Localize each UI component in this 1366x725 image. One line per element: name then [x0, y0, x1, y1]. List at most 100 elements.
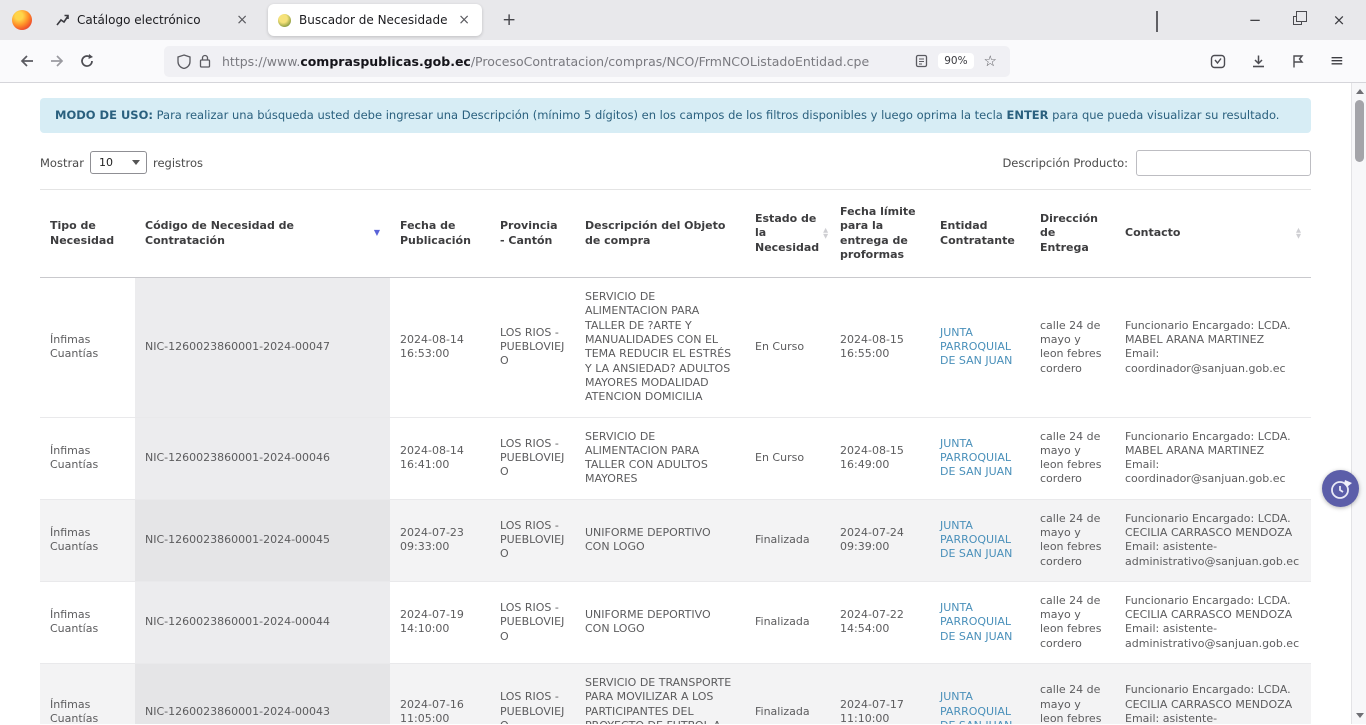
downloads-icon[interactable] [1247, 54, 1270, 69]
col-provincia-canton[interactable]: Provincia - Cantón [490, 189, 575, 277]
reader-view-icon[interactable] [911, 54, 932, 68]
clock-rocket-icon [1328, 476, 1354, 502]
cell-estado: En Curso [745, 278, 830, 417]
table-row: Ínfimas Cuantías NIC-1260023860001-2024-… [40, 581, 1311, 663]
cell-fecha-limite: 2024-07-22 14:54:00 [830, 581, 930, 663]
tab-catalogo-electronico[interactable]: Catálogo electrónico × [46, 4, 260, 36]
cell-fecha-publicacion: 2024-07-23 09:33:00 [390, 499, 490, 581]
table-row: Ínfimas Cuantías NIC-1260023860001-2024-… [40, 499, 1311, 581]
scroll-down-button[interactable] [1352, 708, 1366, 723]
cell-codigo: NIC-1260023860001-2024-00043 [135, 664, 390, 724]
tab-title: Buscador de Necesidades de Co [299, 13, 448, 27]
sort-icon: ▲▼ [823, 228, 828, 238]
forward-button[interactable] [42, 46, 72, 76]
col-descripcion-objeto[interactable]: Descripción del Objeto de compra [575, 189, 745, 277]
cell-direccion: calle 24 de mayo y leon febres cordero [1030, 664, 1115, 724]
triangle-up-icon [1356, 89, 1364, 94]
triangle-down-icon [1356, 713, 1364, 718]
cell-contacto: Funcionario Encargado: LCDA. MABEL ARANA… [1115, 278, 1311, 417]
assistant-floating-button[interactable] [1322, 470, 1359, 507]
back-button[interactable] [12, 46, 42, 76]
cell-entidad: JUNTA PARROQUIAL DE SAN JUAN [930, 417, 1030, 499]
sort-icon: ▲▼ [1296, 228, 1301, 238]
cell-tipo: Ínfimas Cuantías [40, 417, 135, 499]
minimize-button[interactable]: − [1234, 3, 1276, 37]
restore-icon [1293, 16, 1302, 25]
cell-contacto: Funcionario Encargado: LCDA. CECILIA CAR… [1115, 499, 1311, 581]
entity-link[interactable]: JUNTA PARROQUIAL DE SAN JUAN [940, 690, 1012, 724]
scroll-up-button[interactable] [1352, 84, 1366, 99]
buscador-favicon-icon [277, 13, 292, 28]
entity-link[interactable]: JUNTA PARROQUIAL DE SAN JUAN [940, 437, 1012, 479]
scrollbar-thumb[interactable] [1355, 100, 1364, 162]
cell-descripcion: SERVICIO DE TRANSPORTE PARA MOVILIZAR A … [575, 664, 745, 724]
col-tipo-necesidad[interactable]: Tipo de Necesidad [40, 189, 135, 277]
col-estado-necesidad[interactable]: Estado de la Necesidad▲▼ [745, 189, 830, 277]
cell-fecha-limite: 2024-07-17 11:10:00 [830, 664, 930, 724]
url-bar[interactable]: https://www.compraspublicas.gob.ec/Proce… [164, 46, 1010, 77]
pocket-icon[interactable] [1206, 54, 1230, 69]
close-window-button[interactable]: × [1318, 3, 1360, 37]
cell-contacto: Funcionario Encargado: LCDA. CECILIA CAR… [1115, 581, 1311, 663]
cell-descripcion: UNIFORME DEPORTIVO CON LOGO [575, 581, 745, 663]
cell-entidad: JUNTA PARROQUIAL DE SAN JUAN [930, 278, 1030, 417]
col-codigo-necesidad[interactable]: Código de Necesidad de Contratación▼ [135, 189, 390, 277]
col-fecha-publicacion[interactable]: Fecha de Publicación [390, 189, 490, 277]
chevron-down-icon [1156, 11, 1158, 32]
cell-estado: Finalizada [745, 499, 830, 581]
chevron-down-icon [132, 160, 140, 165]
menu-icon[interactable]: ≡ [1326, 51, 1348, 71]
tab-close-icon[interactable]: × [455, 12, 473, 28]
tab-buscador-necesidades[interactable]: Buscador de Necesidades de Co × [268, 4, 482, 36]
needs-table: Tipo de Necesidad Código de Necesidad de… [40, 189, 1311, 724]
catalogo-favicon-icon [55, 13, 70, 28]
cell-tipo: Ínfimas Cuantías [40, 664, 135, 724]
cell-fecha-limite: 2024-08-15 16:55:00 [830, 278, 930, 417]
browser-tab-bar: Catálogo electrónico × Buscador de Neces… [0, 0, 1366, 40]
new-tab-button[interactable]: + [494, 8, 524, 32]
cell-codigo: NIC-1260023860001-2024-00045 [135, 499, 390, 581]
cell-tipo: Ínfimas Cuantías [40, 581, 135, 663]
cell-fecha-limite: 2024-07-24 09:39:00 [830, 499, 930, 581]
cell-codigo: NIC-1260023860001-2024-00046 [135, 417, 390, 499]
browser-toolbar: https://www.compraspublicas.gob.ec/Proce… [0, 40, 1366, 83]
sort-desc-icon: ▼ [374, 228, 380, 238]
cell-provincia: LOS RIOS - PUEBLOVIEJO [490, 499, 575, 581]
entity-link[interactable]: JUNTA PARROQUIAL DE SAN JUAN [940, 601, 1012, 643]
cell-descripcion: SERVICIO DE ALIMENTACION PARA TALLER DE … [575, 278, 745, 417]
cell-entidad: JUNTA PARROQUIAL DE SAN JUAN [930, 664, 1030, 724]
cell-direccion: calle 24 de mayo y leon febres cordero [1030, 417, 1115, 499]
page-scrollbar[interactable] [1351, 83, 1366, 724]
table-header-row: Tipo de Necesidad Código de Necesidad de… [40, 189, 1311, 277]
col-direccion-entrega[interactable]: Dirección de Entrega [1030, 189, 1115, 277]
shield-icon[interactable] [173, 54, 195, 69]
col-contacto[interactable]: Contacto▲▼ [1115, 189, 1311, 277]
cell-direccion: calle 24 de mayo y leon febres cordero [1030, 499, 1115, 581]
cell-fecha-publicacion: 2024-07-16 11:05:00 [390, 664, 490, 724]
bookmark-star-icon[interactable]: ☆ [980, 52, 1001, 70]
cell-estado: Finalizada [745, 581, 830, 663]
cell-provincia: LOS RIOS - PUEBLOVIEJO [490, 278, 575, 417]
cell-entidad: JUNTA PARROQUIAL DE SAN JUAN [930, 499, 1030, 581]
table-row: Ínfimas Cuantías NIC-1260023860001-2024-… [40, 664, 1311, 724]
entries-per-page-select[interactable]: 10 [90, 151, 147, 174]
list-all-tabs-button[interactable] [1150, 5, 1170, 36]
cell-fecha-limite: 2024-08-15 16:49:00 [830, 417, 930, 499]
col-fecha-limite[interactable]: Fecha límite para la entrega de proforma… [830, 189, 930, 277]
zoom-level-button[interactable]: 90% [938, 53, 973, 69]
cell-direccion: calle 24 de mayo y leon febres cordero [1030, 581, 1115, 663]
restore-button[interactable] [1276, 3, 1318, 37]
cell-entidad: JUNTA PARROQUIAL DE SAN JUAN [930, 581, 1030, 663]
product-description-input[interactable] [1136, 150, 1311, 176]
cell-codigo: NIC-1260023860001-2024-00047 [135, 278, 390, 417]
tab-close-icon[interactable]: × [233, 12, 251, 28]
tab-title: Catálogo electrónico [77, 13, 226, 27]
entity-link[interactable]: JUNTA PARROQUIAL DE SAN JUAN [940, 326, 1012, 368]
lock-icon[interactable] [195, 54, 215, 68]
share-icon[interactable] [1287, 54, 1309, 69]
url-text: https://www.compraspublicas.gob.ec/Proce… [222, 54, 869, 69]
col-entidad-contratante[interactable]: Entidad Contratante [930, 189, 1030, 277]
cell-tipo: Ínfimas Cuantías [40, 278, 135, 417]
reload-button[interactable] [72, 46, 102, 76]
entity-link[interactable]: JUNTA PARROQUIAL DE SAN JUAN [940, 519, 1012, 561]
